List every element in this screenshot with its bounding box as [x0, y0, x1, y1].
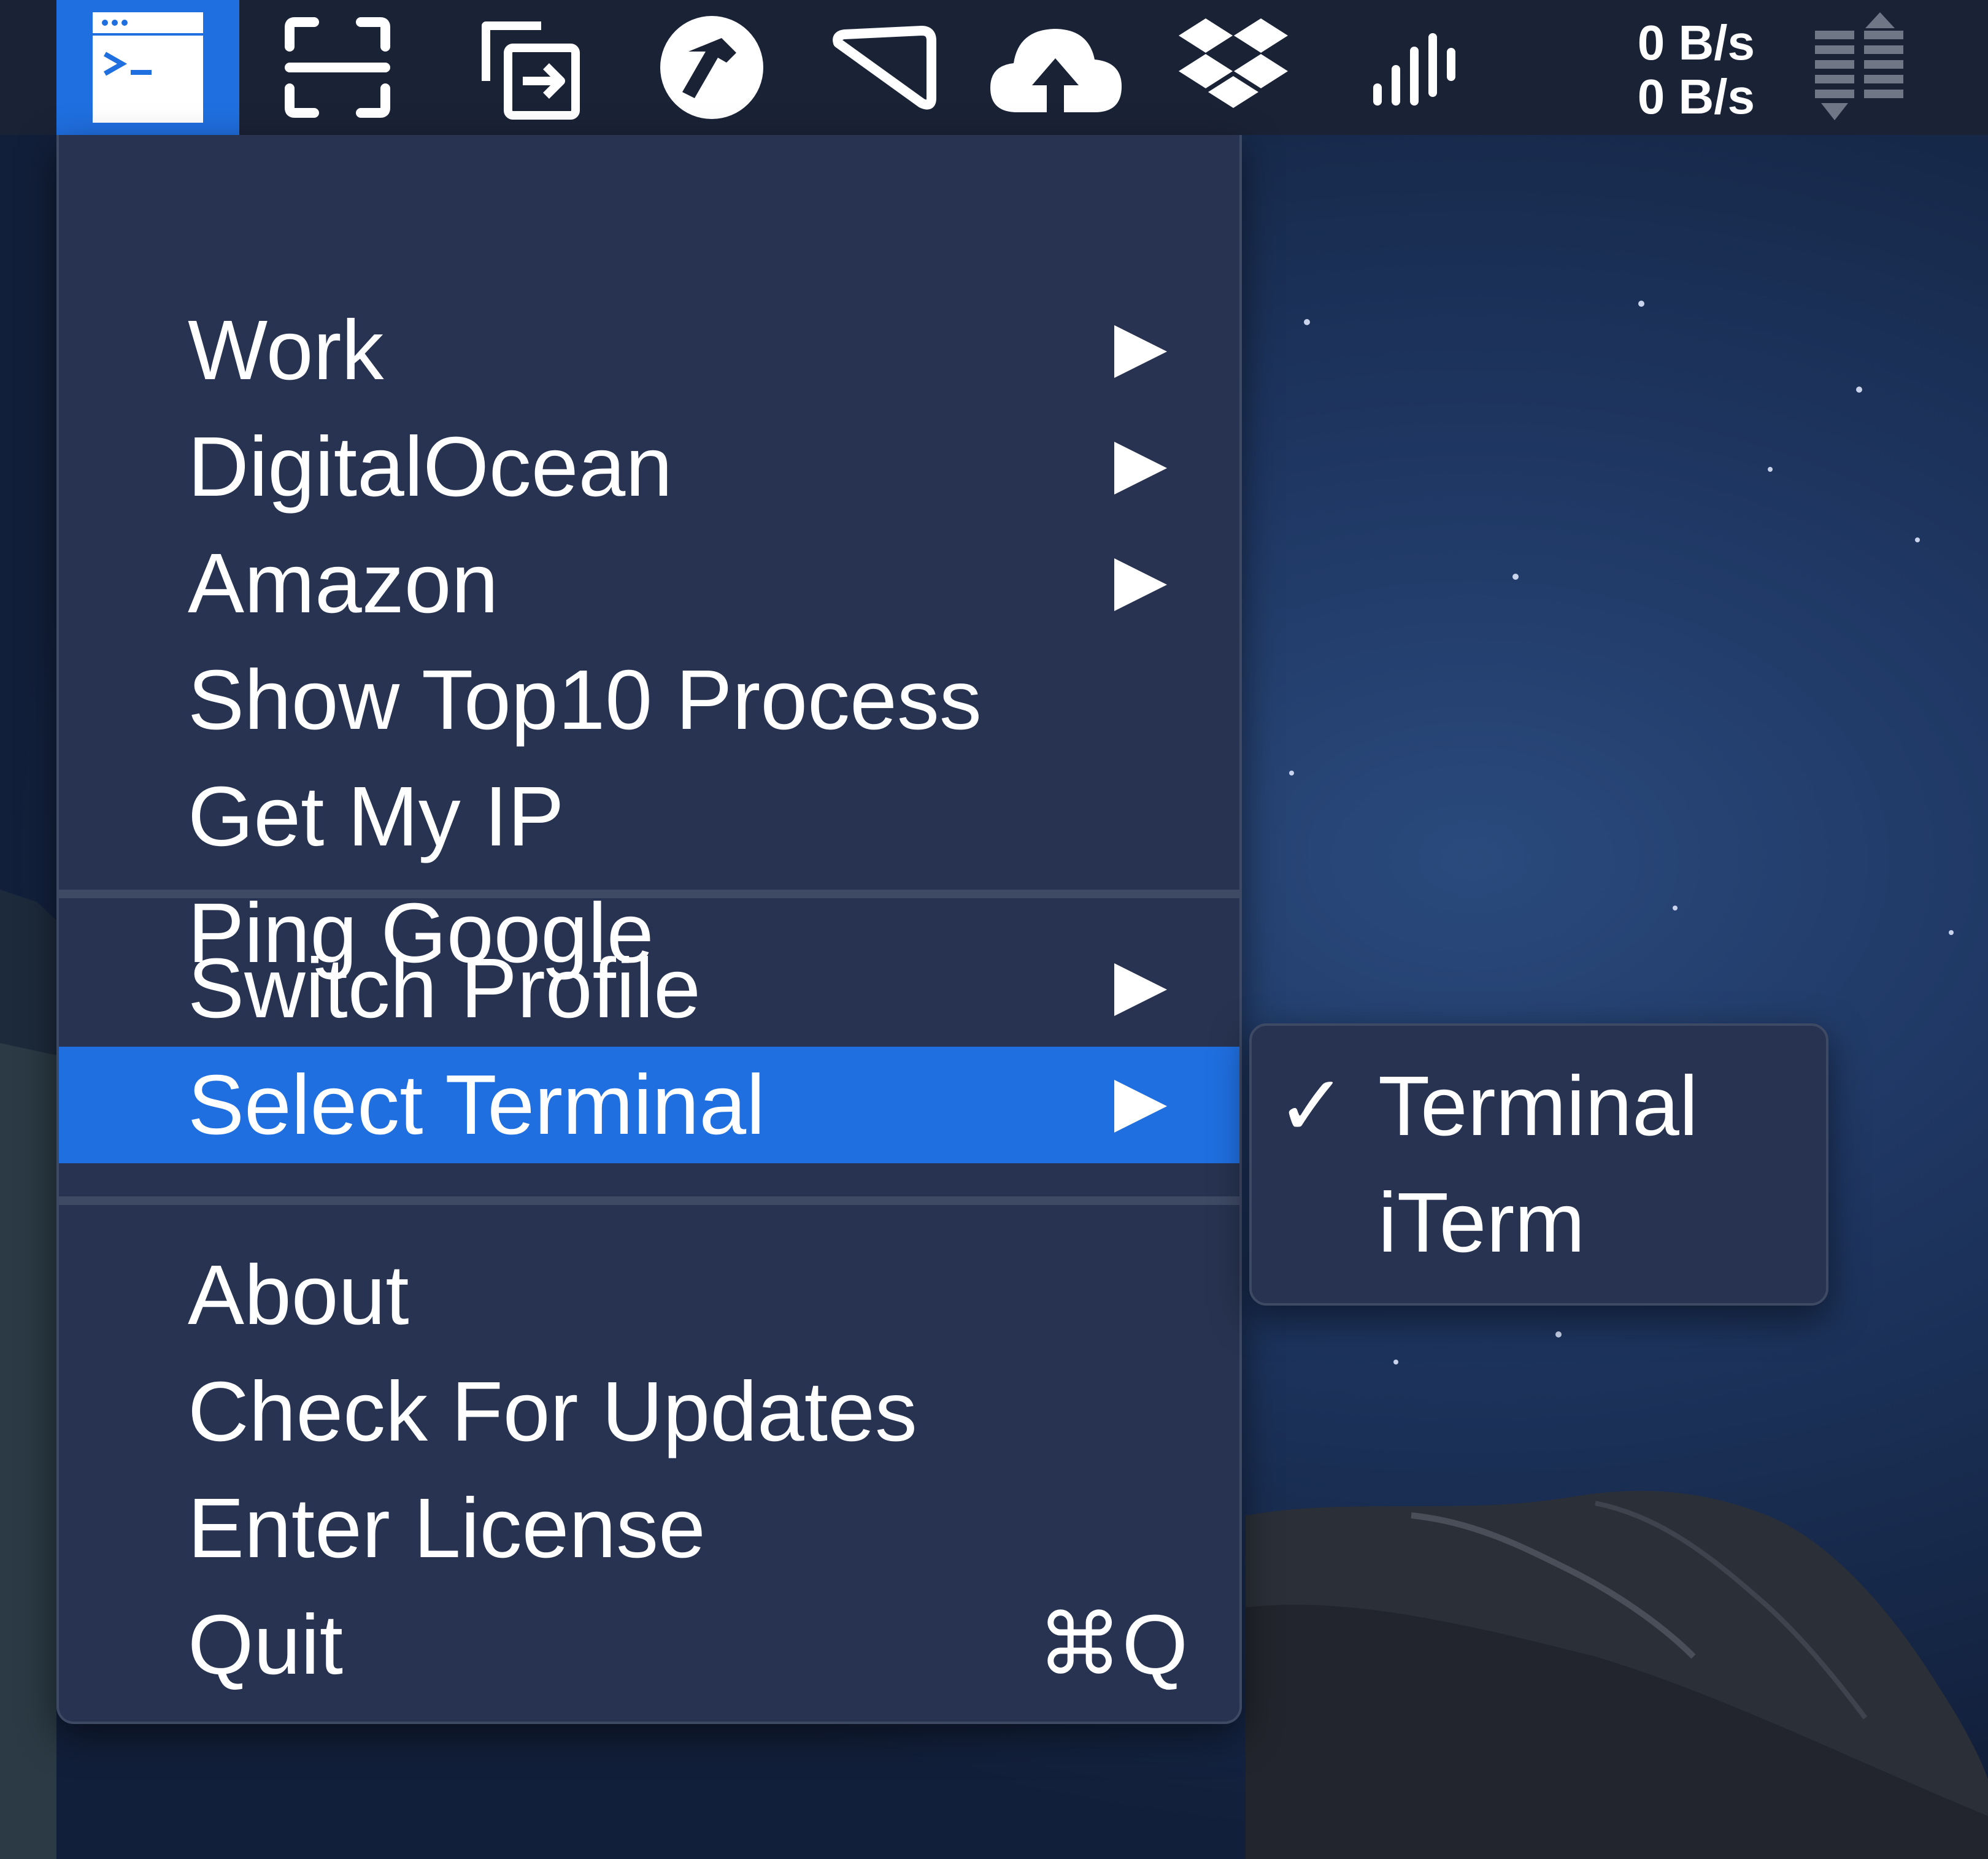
menu-item-label: Select Terminal — [188, 1058, 765, 1152]
menu-item-label: Amazon — [188, 536, 499, 631]
menu-item-label: Quit — [188, 1598, 344, 1692]
network-graph-menu-extra[interactable] — [1798, 0, 1921, 135]
menu-item-get-my-ip[interactable]: Get My IP — [59, 758, 1239, 875]
menu-item-digitalocean[interactable]: DigitalOcean — [59, 409, 1239, 525]
app-dropdown-menu: Work DigitalOcean Amazon Show Top10 Proc… — [56, 135, 1242, 1724]
menu-item-quit[interactable]: Quit ⌘Q — [59, 1587, 1239, 1703]
menu-item-label: Enter License — [188, 1481, 706, 1576]
submenu-arrow-icon — [1114, 963, 1167, 1016]
menu-separator — [59, 1196, 1239, 1205]
screenshot-menu-extra[interactable] — [270, 0, 405, 135]
submenu-arrow-icon — [1114, 558, 1167, 611]
submenu-item-terminal[interactable]: ✓ Terminal — [1252, 1048, 1826, 1164]
submenu-arrow-icon — [1114, 325, 1167, 378]
terminal-app-icon — [93, 12, 203, 123]
window-move-icon — [482, 21, 580, 120]
menu-item-enter-license[interactable]: Enter License — [59, 1470, 1239, 1587]
pennant-menu-extra[interactable] — [816, 0, 951, 135]
menu-separator — [59, 890, 1239, 898]
download-speed: 0 B/s — [1637, 69, 1755, 124]
menu-item-label: Get My IP — [188, 769, 564, 864]
screenshot-icon — [285, 17, 390, 118]
submenu-arrow-icon — [1114, 1080, 1167, 1133]
signal-bars-icon — [1373, 33, 1455, 106]
menu-item-label: Work — [188, 303, 384, 398]
dropbox-menu-extra[interactable] — [1166, 0, 1301, 135]
select-terminal-submenu: ✓ Terminal iTerm — [1249, 1023, 1828, 1306]
submenu-arrow-icon — [1114, 442, 1167, 495]
dropbox-icon — [1179, 18, 1288, 108]
pennant-icon — [833, 26, 936, 110]
hammer-menu-extra[interactable] — [644, 0, 779, 135]
menu-item-switch-profile[interactable]: Switch Profile — [59, 930, 1239, 1047]
menu-item-about[interactable]: About — [59, 1237, 1239, 1353]
menu-item-select-terminal[interactable]: Select Terminal — [59, 1047, 1239, 1163]
hammer-icon — [660, 16, 763, 119]
menu-item-label: Switch Profile — [188, 941, 701, 1036]
submenu-item-label: Terminal — [1378, 1059, 1698, 1153]
menu-item-check-for-updates[interactable]: Check For Updates — [59, 1353, 1239, 1470]
menu-item-amazon[interactable]: Amazon — [59, 525, 1239, 642]
cloud-upload-menu-extra[interactable] — [982, 0, 1129, 135]
menu-item-label: DigitalOcean — [188, 420, 673, 514]
submenu-item-iterm[interactable]: iTerm — [1252, 1164, 1826, 1281]
upload-speed: 0 B/s — [1637, 15, 1755, 70]
keyboard-shortcut: ⌘Q — [1037, 1598, 1188, 1692]
submenu-item-label: iTerm — [1378, 1176, 1585, 1270]
terminal-app-menu-extra[interactable] — [56, 0, 239, 135]
cloud-upload-icon — [990, 29, 1122, 112]
menu-item-label: Check For Updates — [188, 1364, 917, 1459]
window-move-menu-extra[interactable] — [460, 0, 595, 135]
checkmark-icon: ✓ — [1276, 1059, 1347, 1153]
menu-item-show-top10-process[interactable]: Show Top10 Process — [59, 642, 1239, 758]
menu-bar: 0 B/s 0 B/s — [0, 0, 1988, 135]
menu-item-work[interactable]: Work — [59, 292, 1239, 409]
signal-menu-extra[interactable] — [1350, 0, 1485, 135]
menu-item-label: About — [188, 1248, 409, 1342]
network-speed-readout[interactable]: 0 B/s 0 B/s — [1601, 16, 1755, 124]
menu-item-label: Show Top10 Process — [188, 653, 982, 747]
network-graph-icon — [1815, 12, 1903, 120]
